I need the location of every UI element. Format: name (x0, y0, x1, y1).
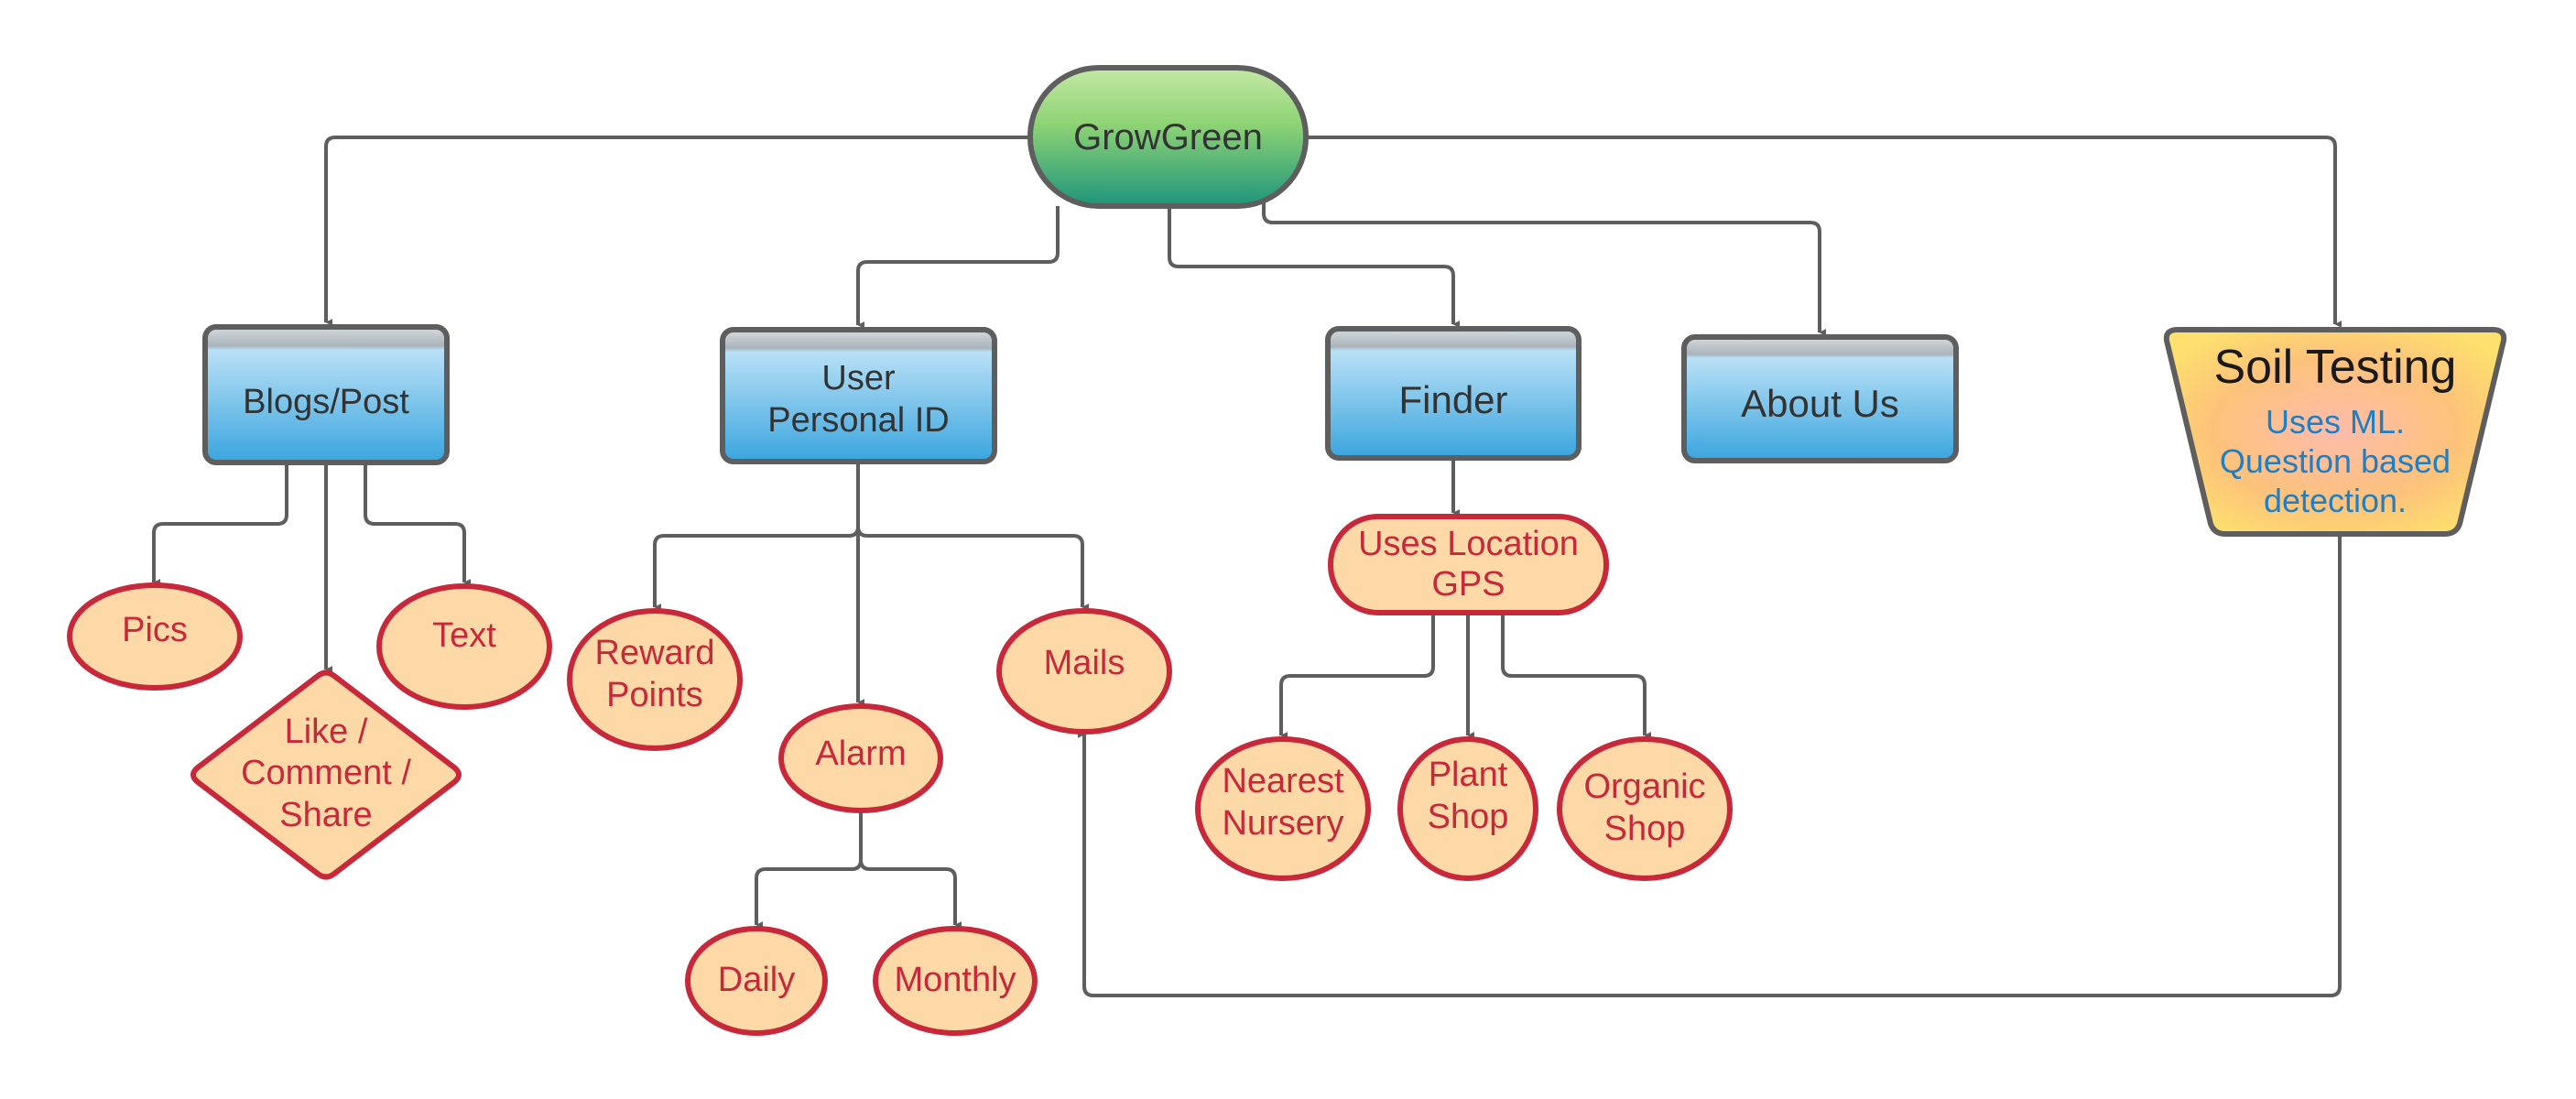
edge-user-mails (856, 526, 1090, 611)
leaf-node-daily[interactable] (685, 926, 828, 1036)
leaf-node-reward[interactable] (567, 608, 743, 751)
edge-gps-organic (1501, 614, 1652, 739)
leaf-node-mails[interactable] (996, 608, 1172, 734)
flowchart-canvas (67, 65, 2507, 1036)
leaf-node-text[interactable] (376, 583, 552, 710)
root-node-growgreen[interactable] (1027, 65, 1309, 209)
module-box-user[interactable] (720, 327, 997, 464)
leaf-node-organic[interactable] (1557, 736, 1733, 881)
edge-user-reward (653, 464, 860, 611)
edge-root-finder (1168, 208, 1461, 328)
leaf-node-gps[interactable] (1328, 514, 1609, 615)
leaf-node-monthly[interactable] (873, 926, 1038, 1036)
edge-root-user (856, 206, 1060, 329)
edge-gps-nearest (1279, 614, 1435, 739)
module-trapezoid-soil[interactable] (2163, 327, 2507, 537)
module-box-about[interactable] (1681, 334, 1959, 463)
leaf-node-pics[interactable] (67, 582, 243, 691)
module-box-finder[interactable] (1325, 326, 1581, 461)
module-box-blogs[interactable] (202, 324, 450, 465)
edge-blogs-text (364, 464, 472, 586)
leaf-node-nearest[interactable] (1195, 736, 1371, 881)
edge-blogs-pics (152, 464, 288, 586)
edge-alarm-monthly (859, 859, 962, 929)
edge-root-blogs (324, 136, 1029, 326)
leaf-node-alarm[interactable] (778, 703, 943, 813)
leaf-node-like[interactable] (190, 669, 462, 880)
leaf-node-plant[interactable] (1397, 736, 1538, 881)
edge-alarm-daily (755, 813, 863, 929)
